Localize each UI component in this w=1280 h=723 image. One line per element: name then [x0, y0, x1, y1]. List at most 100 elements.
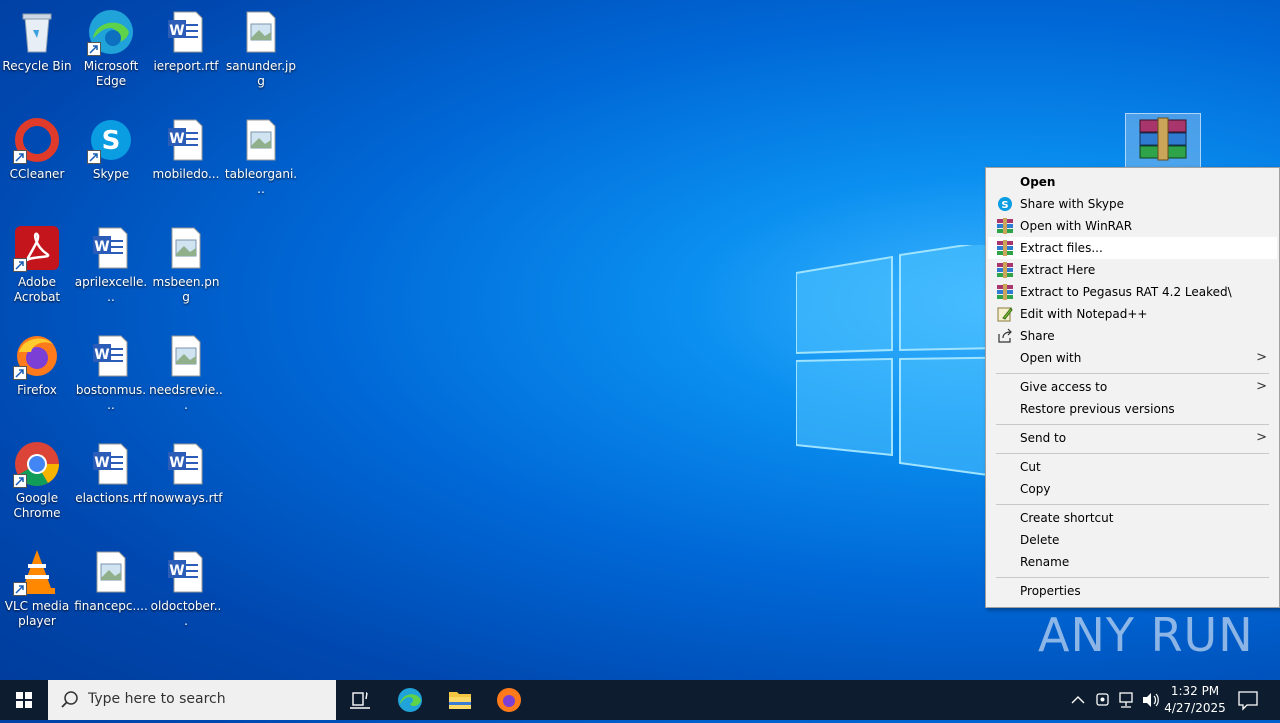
word-document-icon: W — [87, 224, 135, 272]
desktop-icon-microsoft-edge[interactable]: Microsoft Edge — [74, 8, 148, 89]
menu-item-send-to[interactable]: Send to > — [988, 427, 1277, 449]
vlc-icon — [13, 548, 61, 596]
menu-item-label: Extract to Pegasus RAT 4.2 Leaked\ — [1020, 285, 1232, 299]
menu-item-open-with-winrar[interactable]: Open with WinRAR — [988, 215, 1277, 237]
desktop-icon-label: financepc.... — [74, 599, 148, 613]
desktop-icon-label: CCleaner — [9, 167, 65, 181]
desktop-icon-label: Firefox — [17, 383, 57, 397]
desktop-icon-msbeen[interactable]: msbeen.png — [149, 224, 223, 305]
desktop-icon-ccleaner[interactable]: CCleaner — [0, 116, 74, 182]
notification-center-button[interactable] — [1230, 680, 1278, 720]
menu-item-label: Open — [1020, 175, 1056, 189]
desktop-icon-vlc[interactable]: VLC media player — [0, 548, 74, 629]
usb-device-icon — [1096, 693, 1109, 706]
menu-item-open-with[interactable]: Open with > — [988, 347, 1277, 369]
word-document-icon: W — [87, 332, 135, 380]
desktop-icon-nowways[interactable]: W nowways.rtf — [149, 440, 223, 506]
word-document-icon: W — [87, 440, 135, 488]
desktop-icon-skype[interactable]: S Skype — [74, 116, 148, 182]
chevron-right-icon: > — [1256, 430, 1267, 445]
desktop-icon-firefox[interactable]: Firefox — [0, 332, 74, 398]
menu-item-open[interactable]: Open — [988, 171, 1277, 193]
menu-item-label: Open with — [1020, 351, 1082, 365]
winrar-icon — [997, 240, 1013, 256]
menu-item-label: Cut — [1020, 460, 1041, 474]
word-document-icon: W — [162, 548, 210, 596]
menu-item-extract-files[interactable]: Extract files... — [988, 237, 1277, 259]
task-view-button[interactable] — [336, 680, 384, 720]
skype-icon: S — [87, 116, 135, 164]
menu-item-edit-with-notepadpp[interactable]: Edit with Notepad++ — [988, 303, 1277, 325]
image-file-icon — [237, 116, 285, 164]
menu-item-create-shortcut[interactable]: Create shortcut — [988, 507, 1277, 529]
notification-icon — [1238, 691, 1258, 711]
desktop-icon-label: Recycle Bin — [2, 59, 72, 73]
desktop-icon-adobe-acrobat[interactable]: Adobe Acrobat — [0, 224, 74, 305]
image-file-icon — [162, 332, 210, 380]
anyrun-watermark: ANY RUN — [1038, 608, 1254, 662]
svg-text:S: S — [1001, 200, 1008, 211]
desktop-icon-label: Microsoft Edge — [83, 59, 139, 88]
menu-item-cut[interactable]: Cut — [988, 456, 1277, 478]
image-file-icon — [162, 224, 210, 272]
menu-item-extract-to-folder[interactable]: Extract to Pegasus RAT 4.2 Leaked\ — [988, 281, 1277, 303]
desktop-icon-elactions[interactable]: W elactions.rtf — [74, 440, 148, 506]
desktop-icon-google-chrome[interactable]: Google Chrome — [0, 440, 74, 521]
taskbar-file-explorer-button[interactable] — [436, 680, 484, 720]
edge-icon — [87, 8, 135, 56]
desktop-icon-label: aprilexcelle... — [74, 275, 148, 304]
desktop-icon-label: Skype — [92, 167, 130, 181]
tray-network-button[interactable] — [1116, 680, 1138, 720]
menu-item-give-access-to[interactable]: Give access to > — [988, 376, 1277, 398]
desktop-icon-label: sanunder.jpg — [225, 59, 297, 88]
menu-item-properties[interactable]: Properties — [988, 580, 1277, 602]
desktop-icon-recycle-bin[interactable]: Recycle Bin — [0, 8, 74, 74]
show-hidden-icons-button[interactable] — [1066, 680, 1090, 720]
svg-text:W: W — [169, 563, 184, 579]
desktop-icon-mobiledo[interactable]: W mobiledo... — [149, 116, 223, 182]
desktop-icon-needsrevie[interactable]: needsrevie... — [149, 332, 223, 413]
winrar-icon — [997, 218, 1013, 234]
desktop-icon-tableorgani[interactable]: tableorgani... — [224, 116, 298, 197]
desktop-icon-label: iereport.rtf — [153, 59, 219, 73]
taskbar-clock[interactable]: 1:32 PM 4/27/2025 — [1164, 683, 1226, 717]
menu-item-label: Share — [1020, 329, 1055, 343]
image-file-icon — [87, 548, 135, 596]
desktop-icon-label: tableorgani... — [224, 167, 298, 196]
desktop-icon-oldoctober[interactable]: W oldoctober... — [149, 548, 223, 629]
taskbar-search-box[interactable]: Type here to search — [48, 680, 336, 720]
notepadpp-icon — [997, 306, 1013, 322]
desktop-icon-label: bostonmus... — [75, 383, 147, 412]
shortcut-arrow-icon — [13, 150, 27, 164]
start-button[interactable] — [0, 680, 48, 720]
acrobat-icon — [13, 224, 61, 272]
desktop-icon-iereport[interactable]: W iereport.rtf — [149, 8, 223, 74]
taskbar: Type here to search 1:32 PM 4/27/2025 — [0, 680, 1280, 720]
taskbar-firefox-button[interactable] — [485, 680, 533, 720]
desktop-icon-label: elactions.rtf — [75, 491, 147, 505]
chevron-right-icon: > — [1256, 379, 1267, 394]
menu-item-restore-previous-versions[interactable]: Restore previous versions — [988, 398, 1277, 420]
desktop-icon-sanunder[interactable]: sanunder.jpg — [224, 8, 298, 89]
menu-item-delete[interactable]: Delete — [988, 529, 1277, 551]
winrar-icon — [997, 262, 1013, 278]
context-menu: Open S Share with Skype Open with WinRAR… — [985, 167, 1280, 608]
taskbar-edge-button[interactable] — [386, 680, 434, 720]
menu-item-rename[interactable]: Rename — [988, 551, 1277, 573]
menu-item-copy[interactable]: Copy — [988, 478, 1277, 500]
chrome-icon — [13, 440, 61, 488]
edge-icon — [398, 688, 422, 712]
image-file-icon — [237, 8, 285, 56]
selected-rar-archive-icon[interactable] — [1125, 113, 1201, 171]
desktop-icon-aprilexcelle[interactable]: W aprilexcelle... — [74, 224, 148, 305]
desktop-icon-bostonmus[interactable]: W bostonmus... — [74, 332, 148, 413]
menu-item-share-with-skype[interactable]: S Share with Skype — [988, 193, 1277, 215]
winrar-archive-icon — [1139, 117, 1187, 161]
menu-separator — [996, 453, 1269, 454]
task-view-icon — [350, 692, 370, 709]
desktop-icon-financepc[interactable]: financepc.... — [74, 548, 148, 614]
menu-item-share[interactable]: Share — [988, 325, 1277, 347]
tray-device-icon-button[interactable] — [1092, 680, 1114, 720]
tray-volume-button[interactable] — [1140, 680, 1162, 720]
menu-item-extract-here[interactable]: Extract Here — [988, 259, 1277, 281]
